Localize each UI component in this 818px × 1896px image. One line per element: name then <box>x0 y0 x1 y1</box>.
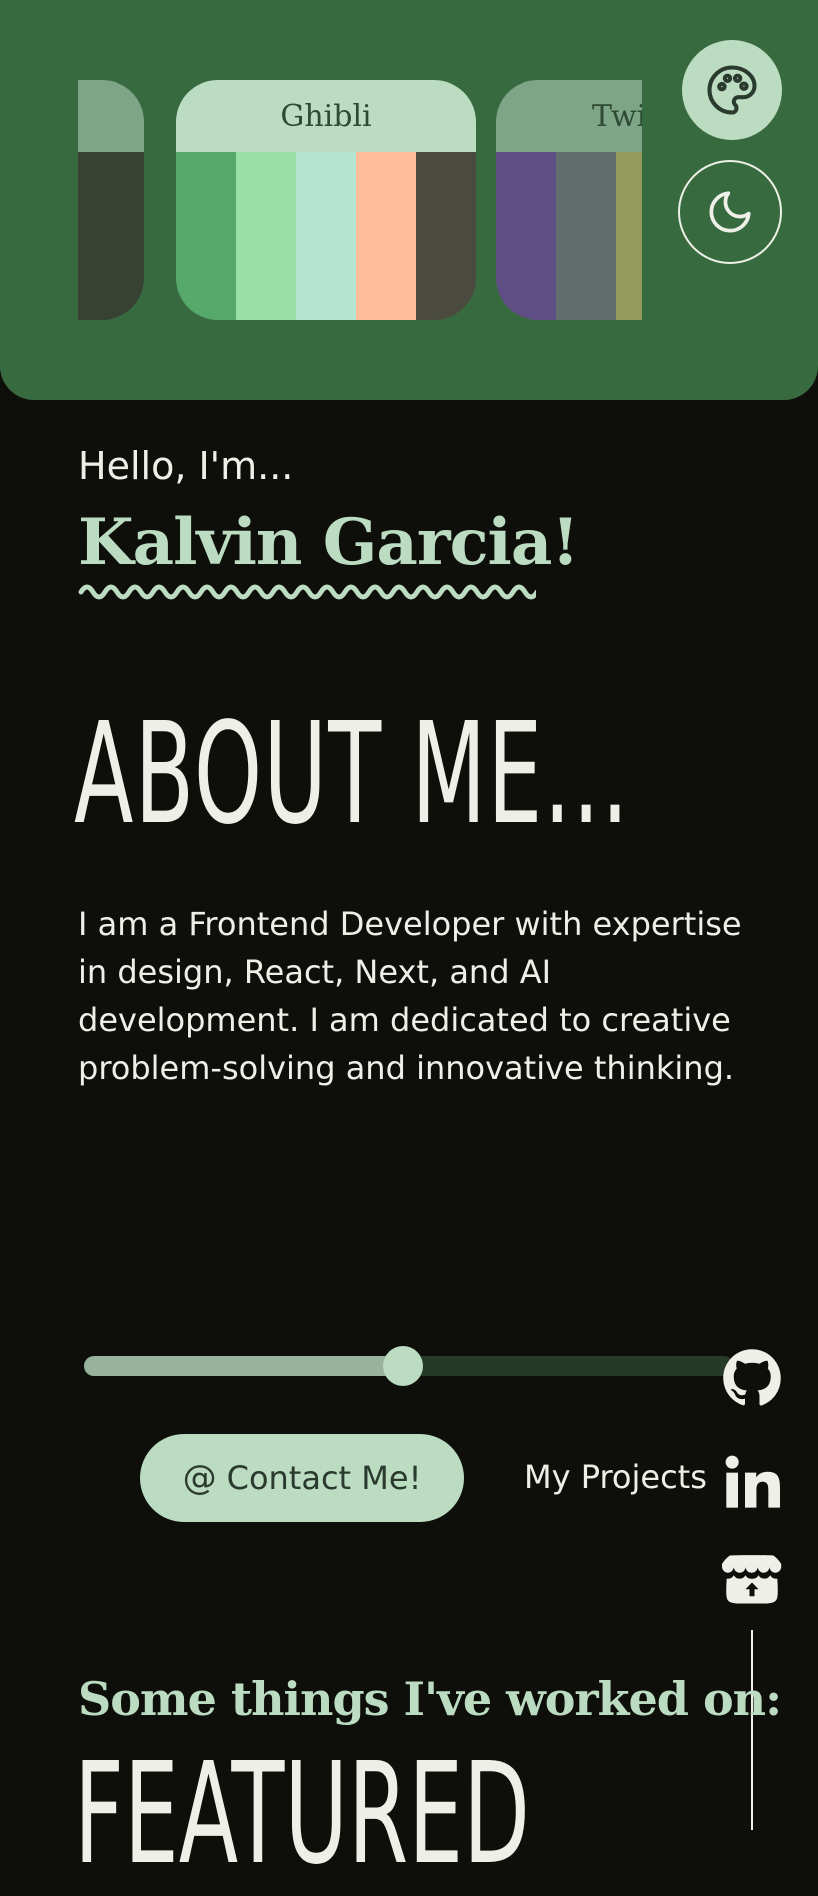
palette-title: Twi <box>496 80 642 152</box>
github-icon <box>723 1349 781 1406</box>
palette-card-next[interactable]: Twi <box>496 80 642 320</box>
linkedin-icon <box>725 1455 780 1508</box>
github-link[interactable] <box>722 1348 782 1408</box>
theme-header: Ghibli Twi <box>0 0 818 400</box>
dark-mode-toggle[interactable] <box>678 160 782 264</box>
moon-icon <box>709 191 751 233</box>
contact-button[interactable]: @ Contact Me! <box>140 1434 464 1522</box>
palette-swatches <box>496 152 642 320</box>
palette-title: Ghibli <box>176 80 476 152</box>
palette-title <box>78 80 144 152</box>
palette-icon <box>707 65 757 115</box>
featured-subtitle: Some things I've worked on: <box>78 1672 782 1726</box>
palette-card-previous[interactable] <box>78 80 144 320</box>
slider-thumb[interactable] <box>382 1346 423 1386</box>
my-projects-link[interactable]: My Projects <box>524 1458 707 1496</box>
about-heading: ABOUT ME... <box>74 693 631 856</box>
contact-button-label: Contact Me! <box>226 1459 422 1497</box>
featured-heading: FEATURED <box>74 1733 530 1896</box>
greeting-text: Hello, I'm... <box>78 444 294 488</box>
palette-swatches <box>176 152 476 320</box>
about-paragraph: I am a Frontend Developer with expertise… <box>78 905 742 1087</box>
hero-name: Kalvin Garcia! <box>78 505 579 580</box>
slider-fill <box>84 1356 403 1376</box>
palette-carousel[interactable]: Ghibli Twi <box>78 80 642 320</box>
theme-picker-button[interactable] <box>682 40 782 140</box>
name-underline-wave <box>78 584 536 600</box>
palette-card-ghibli[interactable]: Ghibli <box>176 80 476 320</box>
linkedin-link[interactable] <box>722 1452 782 1512</box>
social-divider-line <box>751 1630 753 1830</box>
palette-swatches <box>78 152 144 320</box>
progress-slider[interactable] <box>84 1346 734 1386</box>
itch-icon <box>722 1555 782 1604</box>
itch-link[interactable] <box>722 1550 782 1610</box>
at-icon: @ <box>182 1458 217 1498</box>
